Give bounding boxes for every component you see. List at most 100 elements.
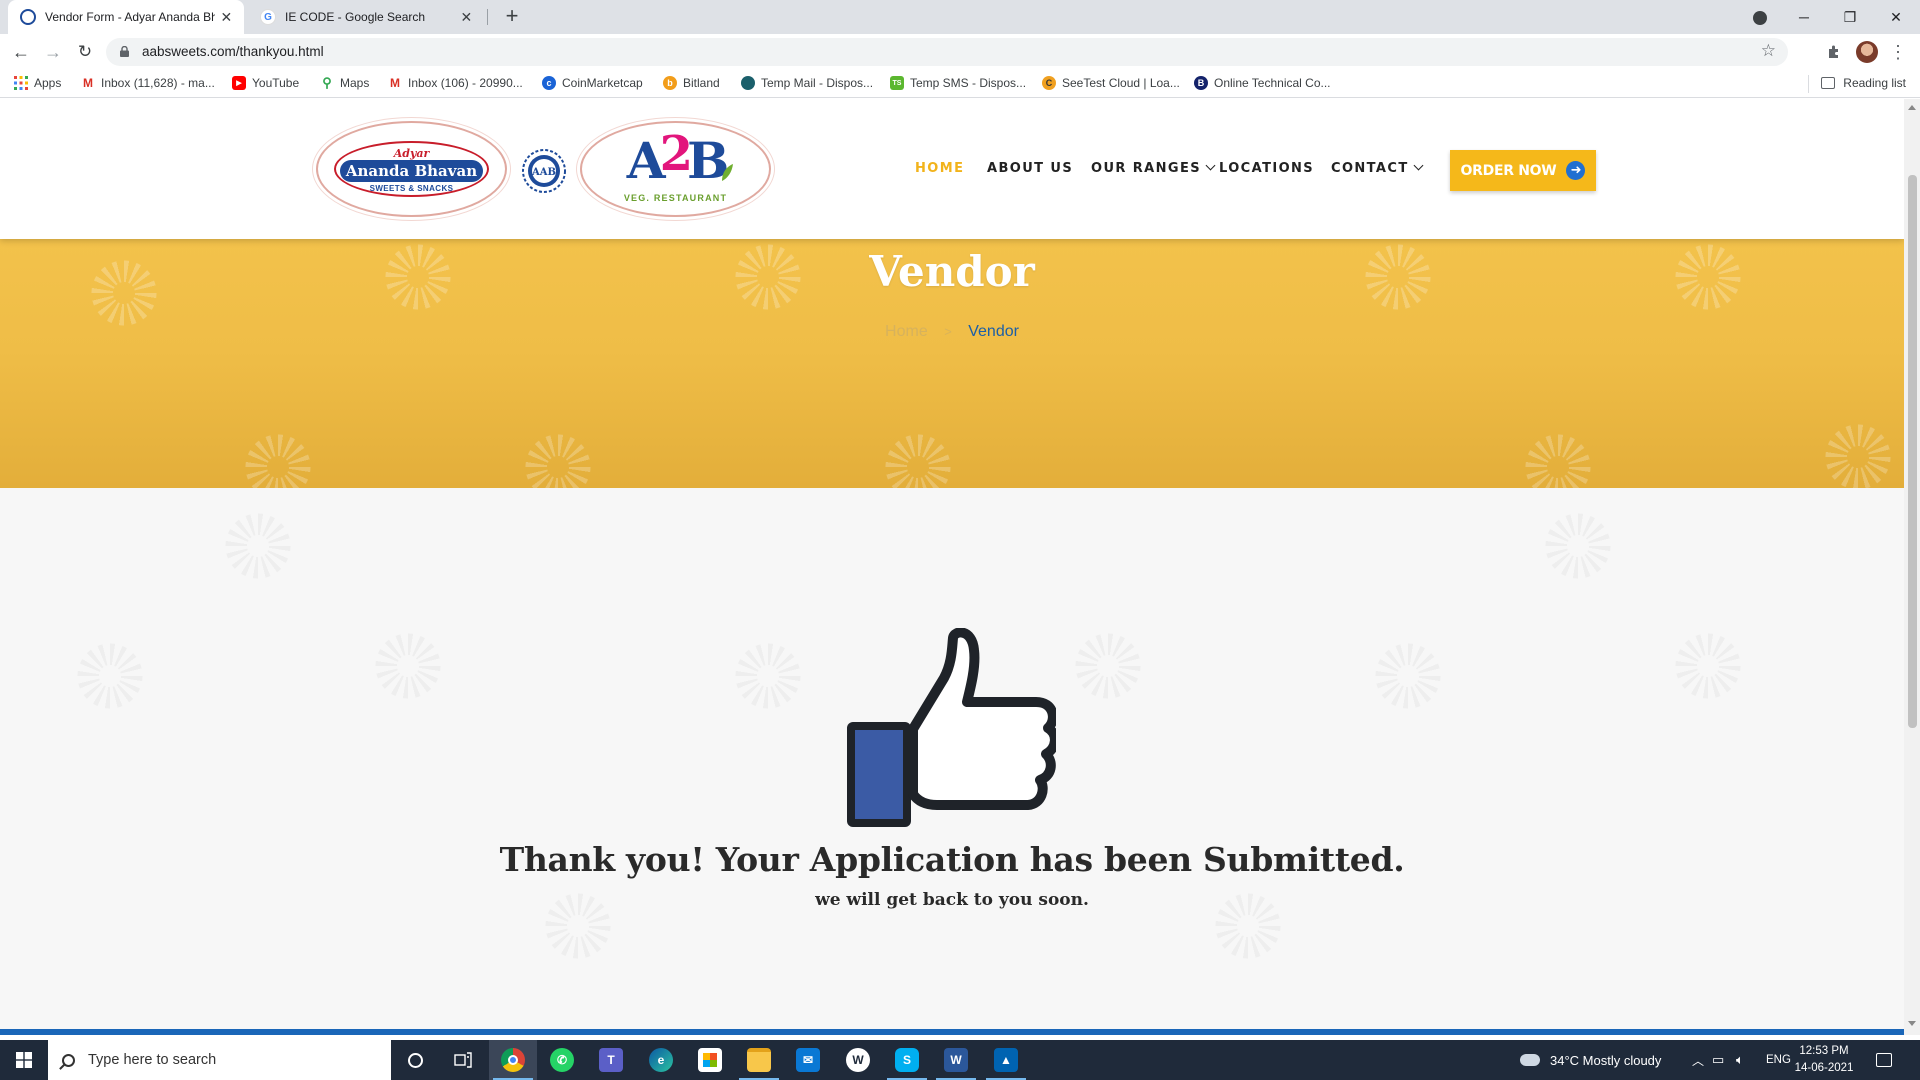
reload-button[interactable]: ↻ (73, 40, 97, 64)
bookmark-inbox-1[interactable]: M Inbox (11,628) - ma... (81, 76, 215, 90)
word-icon: W (944, 1048, 968, 1072)
leaf-icon (722, 164, 733, 181)
tab-search-icon[interactable] (1740, 4, 1780, 30)
start-button[interactable] (0, 1040, 48, 1080)
thumbs-up-icon (847, 628, 1056, 827)
scrollbar-thumb[interactable] (1908, 175, 1917, 728)
apps-grid-icon (14, 76, 28, 90)
cortana-button[interactable] (391, 1040, 439, 1080)
bookmark-star-icon[interactable]: ☆ (1761, 41, 1776, 61)
bookmark-seetest[interactable]: C SeeTest Cloud | Loa... (1042, 76, 1180, 90)
chrome-icon (501, 1048, 525, 1072)
show-hidden-icons-button[interactable]: ︿ (1692, 1040, 1704, 1080)
bookmark-youtube[interactable]: ▶ YouTube (232, 76, 299, 90)
taskbar-edge[interactable]: e (637, 1040, 685, 1080)
bookmark-temp-mail[interactable]: Temp Mail - Dispos... (741, 76, 873, 90)
thank-you-section: Thank you! Your Application has been Sub… (0, 488, 1904, 1035)
logo-brand-text: Ananda Bhavan (340, 160, 483, 182)
volume-icon[interactable]: 🔈︎ (1736, 1040, 1744, 1080)
back-button[interactable]: ← (9, 40, 33, 64)
browser-menu-icon[interactable]: ⋮ (1886, 40, 1910, 64)
bookmarks-bar: Apps M Inbox (11,628) - ma... ▶ YouTube … (0, 70, 1920, 98)
cloud-icon (1520, 1054, 1540, 1066)
order-now-label: ORDER NOW (1460, 162, 1557, 179)
taskbar-file-explorer[interactable] (735, 1040, 783, 1080)
bookmark-apps[interactable]: Apps (14, 76, 61, 90)
decorative-mandala (1820, 419, 1896, 488)
tab-ie-code[interactable]: G IE CODE - Google Search ✕ (248, 0, 484, 34)
bookmark-maps[interactable]: ⚲ Maps (320, 75, 370, 90)
tab-vendor-form[interactable]: Vendor Form - Adyar Ananda Bh ✕ (8, 0, 244, 34)
nav-about-us[interactable]: ABOUT US (987, 161, 1073, 176)
whatsapp-icon: ✆ (550, 1048, 574, 1072)
thank-you-heading: Thank you! Your Application has been Sub… (499, 840, 1405, 879)
lock-icon[interactable] (120, 46, 129, 57)
profile-avatar[interactable] (1856, 41, 1878, 63)
taskbar-whatsapp[interactable]: ✆ (538, 1040, 586, 1080)
restore-button[interactable]: ❐ (1830, 4, 1870, 30)
breadcrumb-current: Vendor (968, 323, 1019, 340)
reading-list-icon (1821, 77, 1836, 89)
notifications-button[interactable] (1876, 1040, 1892, 1080)
bookmark-label: CoinMarketcap (562, 76, 643, 90)
nav-locations[interactable]: LOCATIONS (1219, 161, 1314, 176)
nav-contact[interactable]: CONTACT (1331, 160, 1424, 176)
clock-time: 12:53 PM (1799, 1045, 1849, 1057)
taskbar-search-box[interactable]: Type here to search (48, 1040, 391, 1080)
logo-inner-oval: Adyar Ananda Bhavan SWEETS & SNACKS (334, 141, 489, 197)
taskbar-chrome[interactable] (489, 1040, 537, 1080)
seetest-icon: C (1042, 76, 1056, 90)
bookmark-temp-sms[interactable]: TS Temp SMS - Dispos... (890, 76, 1026, 90)
bookmark-label: Bitland (683, 76, 720, 90)
taskbar-word[interactable]: W (932, 1040, 980, 1080)
bookmark-label: SeeTest Cloud | Loa... (1062, 76, 1180, 90)
site-header: Adyar Ananda Bhavan SWEETS & SNACKS AAB … (0, 99, 1904, 239)
decorative-mandala (220, 508, 296, 584)
bookmark-label: Maps (340, 76, 370, 90)
bookmark-label: Inbox (106) - 20990... (408, 76, 523, 90)
taskbar-app-w[interactable]: W (834, 1040, 882, 1080)
bookmark-bitland[interactable]: b Bitland (663, 76, 720, 90)
new-tab-button[interactable]: + (500, 5, 524, 29)
minimize-button[interactable]: ─ (1784, 4, 1824, 30)
breadcrumb-home-link[interactable]: Home (885, 323, 928, 340)
taskbar-photos[interactable]: ▲ (982, 1040, 1030, 1080)
page-scrollbar[interactable] (1904, 99, 1920, 1035)
browser-toolbar: ← → ↻ aabsweets.com/thankyou.html ☆ ⋮ (0, 34, 1920, 70)
aab-emblem-icon: AAB (522, 149, 566, 193)
bookmark-coinmarketcap[interactable]: c CoinMarketcap (542, 76, 643, 90)
bookmark-online-technical[interactable]: B Online Technical Co... (1194, 76, 1331, 90)
taskbar-clock[interactable]: 12:53 PM 14-06-2021 (1792, 1043, 1856, 1077)
reading-list-button[interactable]: Reading list (1821, 76, 1906, 90)
url-text[interactable]: aabsweets.com/thankyou.html (142, 44, 324, 59)
reading-list-label: Reading list (1843, 76, 1906, 90)
nav-our-ranges[interactable]: OUR RANGES (1091, 160, 1216, 176)
weather-widget[interactable]: 34°C Mostly cloudy (1520, 1040, 1661, 1080)
footer-top-strip (0, 1029, 1904, 1035)
taskbar-teams[interactable]: T (587, 1040, 635, 1080)
taskbar-skype[interactable]: S (883, 1040, 931, 1080)
task-view-button[interactable] (439, 1040, 487, 1080)
order-now-button[interactable]: ORDER NOW ➜ (1450, 150, 1596, 191)
chevron-down-icon (1205, 160, 1216, 171)
tab-divider (487, 9, 488, 25)
bookmark-inbox-2[interactable]: M Inbox (106) - 20990... (388, 76, 523, 90)
nav-home[interactable]: HOME (915, 161, 964, 176)
close-tab-icon[interactable]: ✕ (219, 9, 234, 26)
network-icon[interactable]: ▭ (1712, 1040, 1724, 1080)
close-tab-icon[interactable]: ✕ (459, 9, 474, 26)
taskbar-store[interactable] (686, 1040, 734, 1080)
language-indicator[interactable]: ENG (1766, 1040, 1791, 1080)
close-window-button[interactable]: ✕ (1876, 4, 1916, 30)
forward-button[interactable]: → (41, 40, 65, 64)
taskbar-mail[interactable]: ✉ (784, 1040, 832, 1080)
scroll-down-arrow-icon[interactable] (1908, 1021, 1916, 1026)
address-bar[interactable]: aabsweets.com/thankyou.html ☆ (106, 38, 1788, 66)
adyar-ananda-bhavan-logo[interactable]: Adyar Ananda Bhavan SWEETS & SNACKS (316, 121, 507, 217)
scroll-up-arrow-icon[interactable] (1908, 105, 1916, 110)
extensions-icon[interactable] (1822, 40, 1846, 64)
skype-icon: S (895, 1048, 919, 1072)
a2b-restaurant-logo[interactable]: A2B VEG. RESTAURANT (580, 121, 771, 217)
site-favicon-icon (20, 9, 36, 25)
task-view-icon (454, 1052, 472, 1068)
